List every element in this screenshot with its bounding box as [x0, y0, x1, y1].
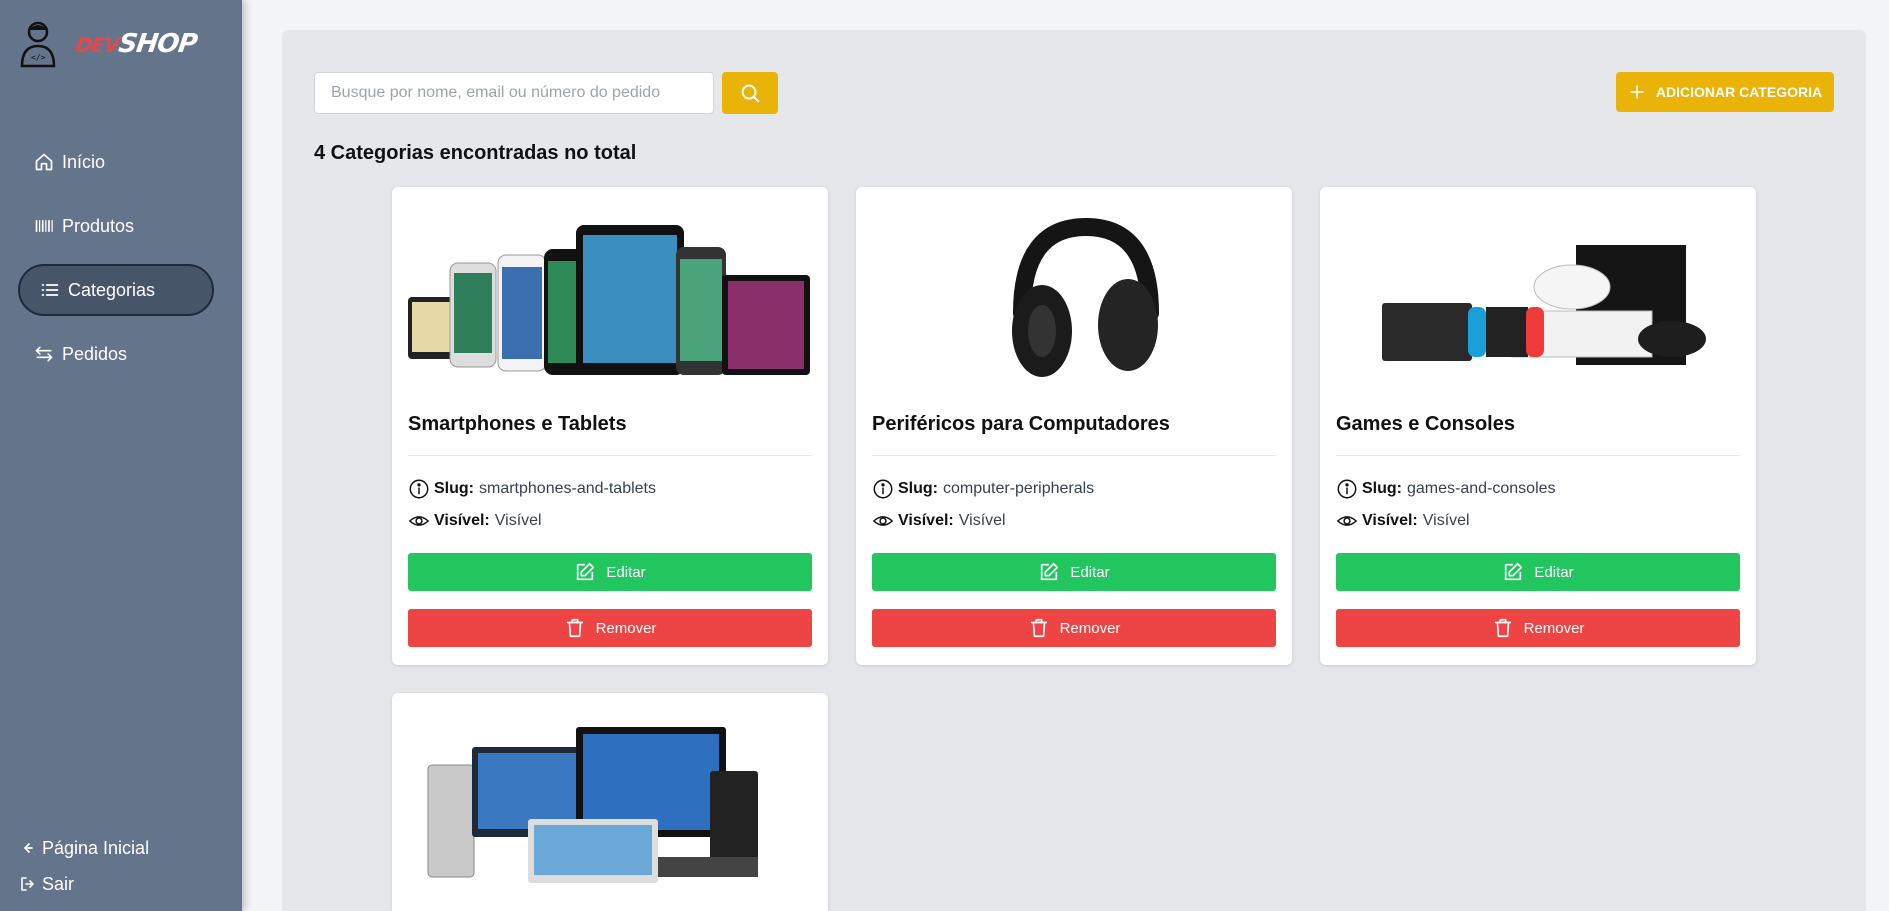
main-panel: ADICIONAR CATEGORIA 4 Categorias encontr…	[282, 30, 1866, 911]
logout-icon	[21, 877, 34, 891]
computers-image	[427, 727, 758, 883]
slug-value: smartphones-and-tablets	[479, 480, 656, 497]
phones-tablets-image	[408, 225, 810, 375]
app-root: </> DEVSHOP Início Produtos Categorias P…	[0, 0, 1889, 911]
remove-button[interactable]: Remover	[408, 609, 812, 647]
edit-icon	[1505, 562, 1523, 581]
visibility-row: Visível: Visível	[872, 505, 1094, 537]
sidebar-item-label: Início	[62, 151, 106, 172]
edit-label: Editar	[1070, 563, 1110, 581]
sidebar-item-pedidos[interactable]: Pedidos	[18, 328, 214, 380]
search-input[interactable]	[314, 72, 714, 114]
home-page-link[interactable]: Página Inicial	[20, 830, 149, 866]
category-card: Games e Consoles Slug: games-and-console…	[1320, 187, 1756, 665]
consoles-image	[1382, 245, 1706, 365]
brand-name: DEVSHOP	[74, 29, 199, 59]
eye-icon	[872, 516, 894, 526]
visibility-value: Visível	[1422, 512, 1470, 529]
info-icon	[873, 479, 893, 499]
trash-icon	[1494, 618, 1511, 638]
slug-row: Slug: computer-peripherals	[872, 473, 1094, 505]
home-icon	[35, 153, 53, 171]
slug-label: Slug:	[898, 480, 938, 497]
eye-icon	[408, 516, 430, 526]
sidebar-item-label: Pedidos	[62, 343, 128, 364]
sidebar-item-categorias[interactable]: Categorias	[18, 264, 214, 316]
home-page-label: Página Inicial	[42, 837, 150, 858]
arrow-left-icon	[24, 843, 33, 853]
edit-button[interactable]: Editar	[408, 553, 812, 591]
trash-icon	[566, 618, 583, 638]
sidebar: </> DEVSHOP Início Produtos Categorias P…	[0, 0, 242, 911]
remove-button[interactable]: Remover	[872, 609, 1276, 647]
remove-label: Remover	[1059, 619, 1121, 637]
category-image	[1336, 203, 1740, 383]
visibility-row: Visível: Visível	[408, 505, 656, 537]
brand-name-shop: SHOP	[116, 29, 199, 59]
remove-label: Remover	[1523, 619, 1585, 637]
category-card	[392, 693, 828, 911]
divider	[872, 455, 1276, 456]
visibility-value: Visível	[958, 512, 1006, 529]
remove-label: Remover	[595, 619, 657, 637]
edit-button[interactable]: Editar	[872, 553, 1276, 591]
category-image	[872, 203, 1276, 383]
divider	[408, 455, 812, 456]
add-category-label: ADICIONAR CATEGORIA	[1655, 84, 1823, 100]
info-icon	[409, 479, 429, 499]
result-count: 4 Categorias encontradas no total	[314, 142, 637, 164]
category-meta: Slug: smartphones-and-tablets Visível: V…	[408, 473, 656, 537]
edit-button[interactable]: Editar	[1336, 553, 1740, 591]
visibility-label: Visível:	[898, 512, 954, 529]
edit-icon	[1041, 562, 1059, 581]
visibility-value: Visível	[494, 512, 542, 529]
sidebar-nav: Início Produtos Categorias Pedidos	[18, 136, 214, 392]
category-card: Smartphones e Tablets Slug: smartphones-…	[392, 187, 828, 665]
category-card: Periféricos para Computadores Slug: comp…	[856, 187, 1292, 665]
eye-icon	[1336, 516, 1358, 526]
logout-label: Sair	[42, 873, 75, 894]
brand[interactable]: </> DEVSHOP	[18, 20, 199, 68]
slug-value: games-and-consoles	[1407, 480, 1556, 497]
info-icon	[1337, 479, 1357, 499]
headphones-image	[1012, 217, 1159, 377]
search-button[interactable]	[722, 72, 778, 114]
brand-name-dev: DEV	[74, 33, 121, 57]
category-image	[408, 203, 812, 383]
edit-label: Editar	[1534, 563, 1574, 581]
slug-label: Slug:	[1362, 480, 1402, 497]
category-image	[408, 707, 812, 887]
remove-button[interactable]: Remover	[1336, 609, 1740, 647]
sidebar-bottom: Página Inicial Sair	[20, 830, 149, 902]
slug-label: Slug:	[434, 480, 474, 497]
search-icon	[741, 84, 760, 103]
sidebar-item-produtos[interactable]: Produtos	[18, 200, 214, 252]
slug-row: Slug: games-and-consoles	[1336, 473, 1556, 505]
developer-avatar-icon: </>	[20, 21, 56, 68]
logout-link[interactable]: Sair	[20, 866, 149, 902]
sidebar-item-inicio[interactable]: Início	[18, 136, 214, 188]
divider	[1336, 455, 1740, 456]
category-title: Games e Consoles	[1336, 413, 1515, 435]
category-title: Periféricos para Computadores	[872, 413, 1170, 435]
sidebar-item-label: Produtos	[62, 215, 135, 236]
sidebar-item-label: Categorias	[68, 279, 156, 300]
category-meta: Slug: computer-peripherals Visível: Visí…	[872, 473, 1094, 537]
edit-label: Editar	[606, 563, 646, 581]
add-category-button[interactable]: ADICIONAR CATEGORIA	[1616, 72, 1834, 112]
slug-row: Slug: smartphones-and-tablets	[408, 473, 656, 505]
category-title: Smartphones e Tablets	[408, 413, 627, 435]
svg-text:</>: </>	[31, 53, 46, 62]
trash-icon	[1030, 618, 1047, 638]
barcode-icon	[35, 220, 53, 232]
category-meta: Slug: games-and-consoles Visível: Visíve…	[1336, 473, 1556, 537]
visibility-label: Visível:	[434, 512, 490, 529]
edit-icon	[577, 562, 595, 581]
slug-value: computer-peripherals	[943, 480, 1095, 497]
arrows-swap-icon	[35, 346, 53, 362]
list-icon	[41, 284, 59, 296]
visibility-label: Visível:	[1362, 512, 1418, 529]
plus-icon	[1630, 85, 1644, 99]
visibility-row: Visível: Visível	[1336, 505, 1556, 537]
